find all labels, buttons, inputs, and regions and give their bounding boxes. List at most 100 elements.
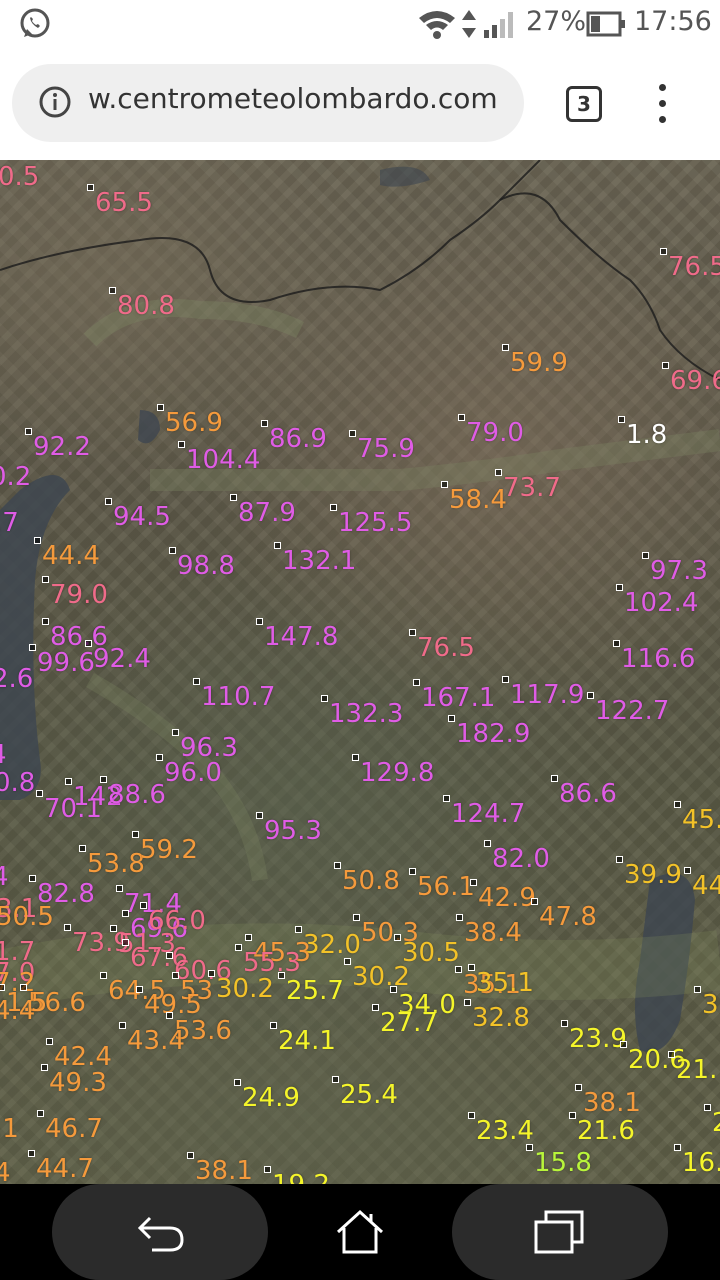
station-marker[interactable] — [390, 986, 397, 993]
station-marker[interactable] — [169, 547, 176, 554]
station-marker[interactable] — [166, 952, 173, 959]
station-marker[interactable] — [119, 1022, 126, 1029]
rainfall-value-label[interactable]: 3 — [702, 992, 719, 1018]
rainfall-value-label[interactable]: 124.7 — [451, 801, 525, 827]
station-marker[interactable] — [321, 695, 328, 702]
rainfall-value-label[interactable]: 96.0 — [164, 760, 222, 786]
address-bar[interactable]: w.centrometeolombardo.com — [12, 64, 524, 142]
rainfall-value-label[interactable]: 4 — [0, 742, 7, 768]
rainfall-value-label[interactable]: 117.9 — [510, 682, 584, 708]
station-marker[interactable] — [616, 856, 623, 863]
rainfall-value-label[interactable]: 16. — [682, 1150, 720, 1176]
rainfall-value-label[interactable]: 79.0 — [50, 582, 108, 608]
rainfall-value-label[interactable]: 30.5 — [402, 940, 460, 966]
station-marker[interactable] — [193, 678, 200, 685]
station-marker[interactable] — [105, 498, 112, 505]
rainfall-value-label[interactable]: 53.8 — [87, 851, 145, 877]
station-marker[interactable] — [684, 867, 691, 874]
station-marker[interactable] — [618, 416, 625, 423]
rainfall-value-label[interactable]: 104.4 — [186, 447, 260, 473]
station-marker[interactable] — [413, 679, 420, 686]
station-marker[interactable] — [569, 1112, 576, 1119]
rainfall-value-label[interactable]: 167.1 — [421, 685, 495, 711]
rainfall-value-label[interactable]: 88.6 — [108, 782, 166, 808]
rainfall-value-label[interactable]: 46.7 — [45, 1116, 103, 1142]
station-marker[interactable] — [36, 790, 43, 797]
rainfall-value-label[interactable]: 2 — [712, 1110, 720, 1136]
station-marker[interactable] — [704, 1104, 711, 1111]
station-marker[interactable] — [394, 934, 401, 941]
station-marker[interactable] — [295, 926, 302, 933]
station-marker[interactable] — [122, 939, 129, 946]
station-marker[interactable] — [41, 1064, 48, 1071]
rainfall-value-label[interactable]: 56.1 — [417, 874, 475, 900]
back-button[interactable] — [52, 1184, 268, 1280]
rainfall-value-label[interactable]: 147.8 — [264, 624, 338, 650]
rainfall-value-label[interactable]: 1.5 — [6, 990, 47, 1016]
station-marker[interactable] — [157, 404, 164, 411]
station-marker[interactable] — [660, 248, 667, 255]
station-marker[interactable] — [662, 362, 669, 369]
rainfall-value-label[interactable]: .7 — [0, 510, 19, 536]
rainfall-value-label[interactable]: 125.5 — [338, 510, 412, 536]
station-marker[interactable] — [46, 1038, 53, 1045]
rainfall-value-label[interactable]: 38.1 — [195, 1158, 253, 1184]
station-marker[interactable] — [208, 970, 215, 977]
rainfall-value-label[interactable]: 47.8 — [539, 904, 597, 930]
station-marker[interactable] — [100, 972, 107, 979]
station-marker[interactable] — [616, 584, 623, 591]
station-marker[interactable] — [25, 428, 32, 435]
rainfall-value-label[interactable]: 38.1 — [583, 1090, 641, 1116]
rainfall-value-label[interactable]: 86.6 — [559, 781, 617, 807]
rainfall-value-label[interactable]: 45. — [682, 807, 720, 833]
station-marker[interactable] — [0, 984, 5, 991]
rainfall-value-label[interactable]: 92.2 — [33, 434, 91, 460]
rainfall-value-label[interactable]: 42.9 — [478, 885, 536, 911]
station-marker[interactable] — [551, 775, 558, 782]
tabs-icon[interactable]: 3 — [566, 86, 602, 122]
station-marker[interactable] — [178, 441, 185, 448]
station-marker[interactable] — [531, 898, 538, 905]
rainfall-value-label[interactable]: 82.0 — [492, 846, 550, 872]
station-marker[interactable] — [409, 868, 416, 875]
station-marker[interactable] — [526, 1144, 533, 1151]
rainfall-value-label[interactable]: 80.8 — [117, 293, 175, 319]
rainfall-value-label[interactable]: 65.5 — [95, 190, 153, 216]
station-marker[interactable] — [110, 925, 117, 932]
station-marker[interactable] — [29, 875, 36, 882]
station-marker[interactable] — [140, 902, 147, 909]
rainfall-value-label[interactable]: 86.9 — [269, 426, 327, 452]
rainfall-value-label[interactable]: 0.2 — [0, 464, 31, 490]
station-marker[interactable] — [29, 644, 36, 651]
station-marker[interactable] — [344, 958, 351, 965]
url-text[interactable]: w.centrometeolombardo.com — [88, 82, 498, 115]
station-marker[interactable] — [694, 986, 701, 993]
station-marker[interactable] — [34, 537, 41, 544]
rainfall-value-label[interactable]: 56.9 — [165, 410, 223, 436]
station-marker[interactable] — [116, 885, 123, 892]
station-marker[interactable] — [613, 640, 620, 647]
rainfall-value-label[interactable]: 76.5 — [417, 635, 475, 661]
rainfall-value-label[interactable]: 102.4 — [624, 590, 698, 616]
rainfall-value-label[interactable]: 50.8 — [342, 868, 400, 894]
station-marker[interactable] — [443, 795, 450, 802]
station-marker[interactable] — [330, 504, 337, 511]
rainfall-value-label[interactable]: 32.0 — [303, 932, 361, 958]
station-marker[interactable] — [674, 801, 681, 808]
station-marker[interactable] — [332, 1076, 339, 1083]
station-marker[interactable] — [64, 924, 71, 931]
rainfall-value-label[interactable]: 39.9 — [624, 862, 682, 888]
rainfall-value-label[interactable]: 21.6 — [577, 1118, 635, 1144]
station-marker[interactable] — [100, 776, 107, 783]
station-marker[interactable] — [156, 754, 163, 761]
rainfall-value-label[interactable]: 50.5 — [0, 904, 54, 930]
station-marker[interactable] — [65, 778, 72, 785]
rainfall-value-label[interactable]: 49.3 — [49, 1070, 107, 1096]
rainfall-value-label[interactable]: 97.3 — [650, 558, 708, 584]
rainfall-value-label[interactable]: 94.5 — [113, 504, 171, 530]
rainfall-value-label[interactable]: 24.9 — [242, 1085, 300, 1111]
station-marker[interactable] — [470, 879, 477, 886]
rainfall-value-label[interactable]: .1 — [0, 1116, 19, 1142]
station-marker[interactable] — [372, 1004, 379, 1011]
station-marker[interactable] — [353, 914, 360, 921]
